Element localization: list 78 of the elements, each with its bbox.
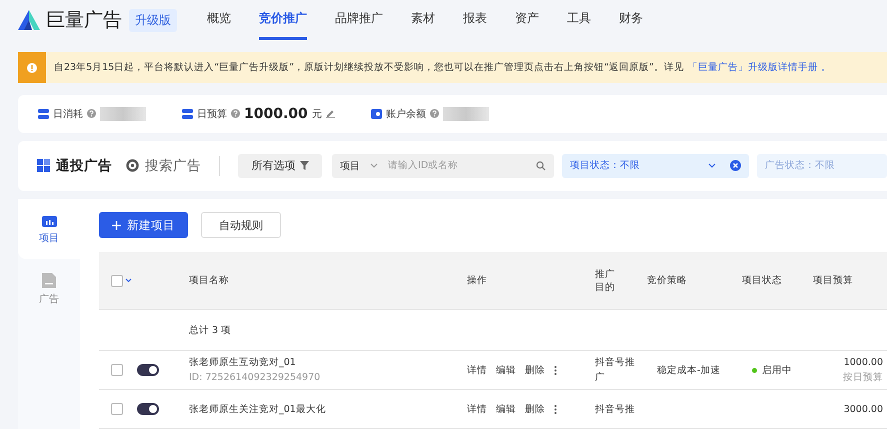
total-count: 总计 3 项 — [189, 324, 232, 338]
nav-tab[interactable]: 概览 — [207, 0, 231, 40]
project-name[interactable]: 张老师原生关注竞对_01最大化 — [189, 402, 467, 416]
more-icon[interactable] — [554, 404, 557, 414]
project-name[interactable]: 张老师原生互动竞对_01 — [189, 355, 467, 370]
promotion-goal: 抖音号推广 — [595, 356, 635, 385]
brand-name: 巨量广告 — [46, 8, 122, 33]
column-header: 竞价策略 — [647, 274, 688, 287]
more-icon[interactable] — [554, 366, 557, 374]
budget-type: 按日预算 — [843, 371, 883, 385]
server-icon — [38, 108, 49, 119]
project-status-select[interactable]: 项目状态：不限 — [562, 154, 750, 178]
version-badge: 升级版 — [129, 8, 177, 32]
nav-tab[interactable]: 资产 — [515, 0, 539, 40]
target-icon — [126, 159, 139, 172]
help-icon[interactable] — [231, 109, 240, 118]
chart-icon — [42, 214, 56, 226]
stat-unit: 元 — [312, 108, 322, 121]
row-action-link[interactable]: 编辑 — [496, 402, 516, 416]
row-action-link[interactable]: 详情 — [467, 402, 487, 416]
auto-rules-button[interactable]: 自动规则 — [201, 212, 281, 238]
help-icon[interactable] — [87, 109, 96, 118]
promotion-goal: 抖音号推 — [595, 402, 635, 416]
nav-tab[interactable]: 报表 — [463, 0, 487, 40]
edit-icon[interactable] — [326, 109, 335, 118]
chevron-down-icon[interactable] — [708, 163, 716, 168]
search-icon[interactable] — [536, 160, 546, 171]
nav-tab[interactable]: 工具 — [567, 0, 591, 40]
row-action-link[interactable]: 详情 — [467, 364, 487, 376]
chevron-down-icon — [370, 163, 378, 168]
logo-icon — [18, 10, 40, 30]
blurred-value — [442, 106, 489, 121]
ad-type-tab[interactable]: 通投广告 — [37, 156, 112, 175]
plus-icon — [112, 220, 121, 230]
toggle-switch[interactable] — [137, 403, 159, 415]
budget-amount: 1000.00 — [844, 356, 883, 370]
database-icon — [182, 108, 193, 119]
manual-link[interactable]: 「巨量广告」升级版详情手册 。 — [688, 62, 831, 73]
new-project-button[interactable]: 新建项目 — [99, 212, 188, 238]
row-action-link[interactable]: 删除 — [525, 402, 545, 416]
nav-tab[interactable]: 素材 — [411, 0, 435, 40]
clear-icon[interactable] — [730, 160, 742, 172]
caret-icon[interactable] — [125, 278, 132, 283]
scope-select[interactable]: 项目 — [332, 158, 386, 173]
project-id: ID: 7252614092329254970 — [189, 371, 322, 385]
help-icon[interactable] — [430, 109, 439, 118]
row-action-link[interactable]: 编辑 — [496, 364, 516, 376]
search-field[interactable]: 项目 请输入ID或名称 — [332, 154, 554, 178]
row-checkbox[interactable] — [111, 403, 123, 415]
column-header: 项目状态 — [742, 274, 783, 287]
stat-label: 账户余额 — [386, 108, 426, 121]
grid-icon — [37, 159, 50, 172]
blurred-value — [100, 106, 146, 121]
column-header: 推广目的 — [595, 268, 616, 294]
nav-tab[interactable]: 财务 — [619, 0, 643, 40]
row-action-link[interactable]: 删除 — [525, 364, 545, 376]
toggle-switch[interactable] — [137, 364, 159, 376]
column-header: 项目预算 — [813, 274, 854, 287]
row-checkbox[interactable] — [111, 364, 123, 376]
ad-type-tab[interactable]: 搜索广告 — [126, 156, 201, 175]
warning-icon — [18, 52, 46, 83]
nav-tab[interactable]: 品牌推广 — [335, 0, 383, 40]
all-options-button[interactable]: 所有选项 — [238, 154, 322, 178]
column-header: 项目名称 — [189, 274, 230, 287]
filter-icon — [300, 161, 308, 170]
stat-label: 日预算 — [197, 108, 227, 121]
select-all-checkbox[interactable] — [111, 274, 123, 286]
notice-text: 自23年5月15日起，平台将默认进入“巨量广告升级版”，原版计划继续投放不受影响，您也可以在推广管理页点击右上角按钮“返回原版”。详见 「巨量广告」升级版详情手册 。 — [54, 61, 831, 74]
stat-label: 日消耗 — [53, 108, 83, 121]
budget-amount: 3000.00 — [844, 402, 883, 416]
bid-strategy: 稳定成本-加速 — [657, 364, 722, 378]
stat-value: 1000.00 — [244, 106, 308, 122]
sidebar-item[interactable]: 项目 — [18, 199, 80, 259]
column-header: 操作 — [467, 274, 488, 287]
project-status: 启用中 — [762, 364, 792, 378]
document-icon — [42, 272, 56, 288]
nav-tab[interactable]: 竞价推广 — [259, 0, 307, 40]
wallet-icon — [370, 108, 382, 119]
